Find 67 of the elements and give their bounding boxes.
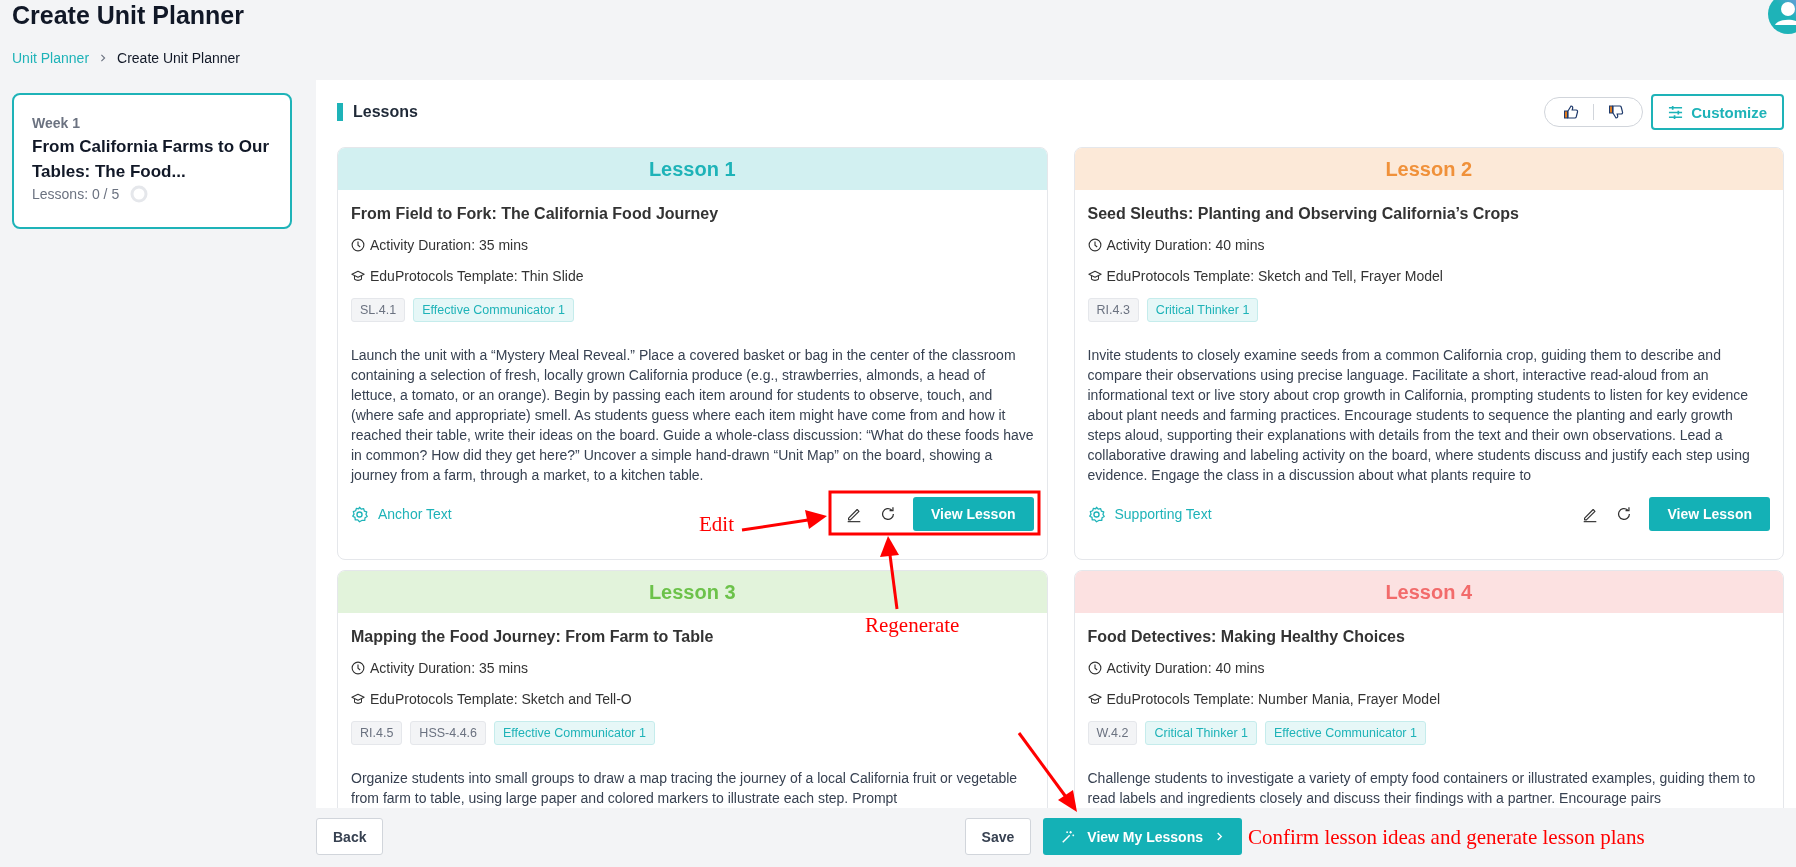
chevron-right-icon	[99, 54, 108, 62]
clock-icon	[1087, 238, 1102, 252]
annotation-label: Regenerate	[865, 612, 960, 639]
activity-duration: Activity Duration: 40 mins	[1106, 659, 1265, 678]
template-name: EduProtocols Template: Sketch and Tell, Frayer Model	[1106, 267, 1443, 286]
lesson-title: Mapping the Food Journey: From Farm to Table	[351, 627, 714, 647]
view-lesson-button[interactable]: View Lesson	[1649, 497, 1770, 531]
text-link[interactable]: Supporting Text	[1087, 505, 1212, 523]
week-title: From California Farms to Our Tables: The Food...	[32, 136, 271, 183]
lesson-title: Food Detectives: Making Healthy Choices	[1087, 627, 1405, 647]
thumbs-down-icon[interactable]	[1608, 104, 1625, 120]
lesson-number: Lesson 4	[1385, 580, 1473, 604]
lesson-title: Seed Sleuths: Planting and Observing California’s Crops	[1087, 204, 1519, 224]
competency-tag: Critical Thinker 1	[1146, 298, 1259, 322]
annotation-label: Confirm lesson ideas and generate lesson plans	[1248, 824, 1645, 851]
customize-button[interactable]: Customize	[1651, 94, 1784, 130]
section-title: Lessons	[353, 103, 418, 121]
activity-duration: Activity Duration: 40 mins	[1106, 236, 1265, 255]
template-name: EduProtocols Template: Thin Slide	[370, 267, 584, 286]
chevron-right-icon	[1215, 832, 1224, 841]
view-lesson-button[interactable]: View Lesson	[912, 497, 1034, 531]
standard-tag: W.4.2	[1087, 721, 1138, 745]
gear-icon	[1087, 505, 1105, 523]
lesson-number: Lesson 2	[1385, 157, 1473, 181]
gear-icon	[351, 505, 368, 523]
standard-tag: HSS-4.4.6	[410, 721, 487, 745]
breadcrumb-link[interactable]: Unit Planner	[12, 48, 90, 68]
lesson-description: Challenge students to investigate a variety of empty food containers or illustrated examples, guiding them to read labels and ingredients closely and discuss their findings with a partner. Encourage pairs	[1087, 769, 1757, 808]
week-card[interactable]: Week 1 From California Farms to Our Tables: The Food... Lessons: 0 / 5	[12, 93, 292, 229]
thumbs-up-icon[interactable]	[1563, 104, 1580, 120]
view-my-lessons-button[interactable]: View My Lessons	[1043, 818, 1242, 855]
annotation-label: Edit	[699, 511, 734, 538]
standard-tag: SL.4.1	[351, 298, 406, 322]
lessons-count: Lessons: 0 / 5	[32, 185, 120, 203]
clock-icon	[351, 661, 365, 675]
lesson-number: Lesson 3	[648, 580, 736, 604]
back-button[interactable]: Back	[316, 818, 384, 855]
standard-tag: RI.4.5	[351, 721, 403, 745]
sliders-icon	[1668, 104, 1684, 120]
lesson-description: Organize students into small groups to draw a map tracing the journey of a local California fruit or vegetable from farm to table, using large paper and colored markers to illustrate each step. Prompt	[351, 769, 1019, 808]
week-label: Week 1	[32, 114, 81, 132]
section-marker	[337, 103, 343, 121]
page-title: Create Unit Planner	[12, 0, 244, 30]
graduation-cap-icon	[351, 692, 365, 706]
activity-duration: Activity Duration: 35 mins	[370, 659, 528, 678]
competency-tag: Effective Communicator 1	[1265, 721, 1426, 745]
activity-duration: Activity Duration: 35 mins	[370, 236, 528, 255]
competency-tag: Critical Thinker 1	[1145, 721, 1258, 745]
graduation-cap-icon	[1087, 269, 1102, 283]
graduation-cap-icon	[351, 269, 365, 283]
template-name: EduProtocols Template: Number Mania, Frayer Model	[1106, 690, 1441, 709]
clock-icon	[1087, 661, 1102, 675]
clock-icon	[351, 238, 365, 252]
text-link[interactable]: Anchor Text	[351, 505, 452, 523]
save-button[interactable]: Save	[964, 818, 1032, 855]
competency-tag: Effective Communicator 1	[494, 721, 655, 745]
progress-ring-icon	[129, 184, 150, 204]
lesson-number: Lesson 1	[648, 157, 736, 181]
template-name: EduProtocols Template: Sketch and Tell-O	[370, 690, 632, 709]
lesson-description: Invite students to closely examine seeds from a common California crop, guiding them to describe and compare their observations using precise language. Facilitate a short, interactive read-aloud from an informational text or live story about crop growth in California, prompting students to listen for key evidence about plant needs and farming practices. Encourage students to sequence the planting and early growth steps aloud, supporting their explanations with details from the text and their own observations. Lead a collaborative drawing and labeling activity on the board, where students discuss and justify each step using evidence. Engage the class in a discussion about what plants require to	[1087, 346, 1751, 485]
graduation-cap-icon	[1087, 692, 1102, 706]
magic-wand-icon	[1061, 829, 1076, 844]
competency-tag: Effective Communicator 1	[413, 298, 575, 322]
standard-tag: RI.4.3	[1087, 298, 1139, 322]
breadcrumb-current: Create Unit Planner	[117, 49, 240, 68]
lesson-description: Launch the unit with a “Mystery Meal Reveal.” Place a covered basket or bag in the center of the classroom containing a selection of fresh, locally grown California produce (e.g., strawberries, almonds, a head of lettuce, a tomato, or an orange). Begin by passing each item around for students to observe, touch, and (where safe and appropriate) smell. As students guess where each item might have come from and how it reached their table, write their ideas on the board. Guide a whole-class discussion: “What do these foods have in common? How did they get here?” Uncover a simple hand-drawn “Unit Map” on the board, showing a journey from a farm, through a market, to a kitchen table.	[351, 346, 1034, 485]
lesson-title: From Field to Fork: The California Food Journey	[351, 204, 719, 224]
